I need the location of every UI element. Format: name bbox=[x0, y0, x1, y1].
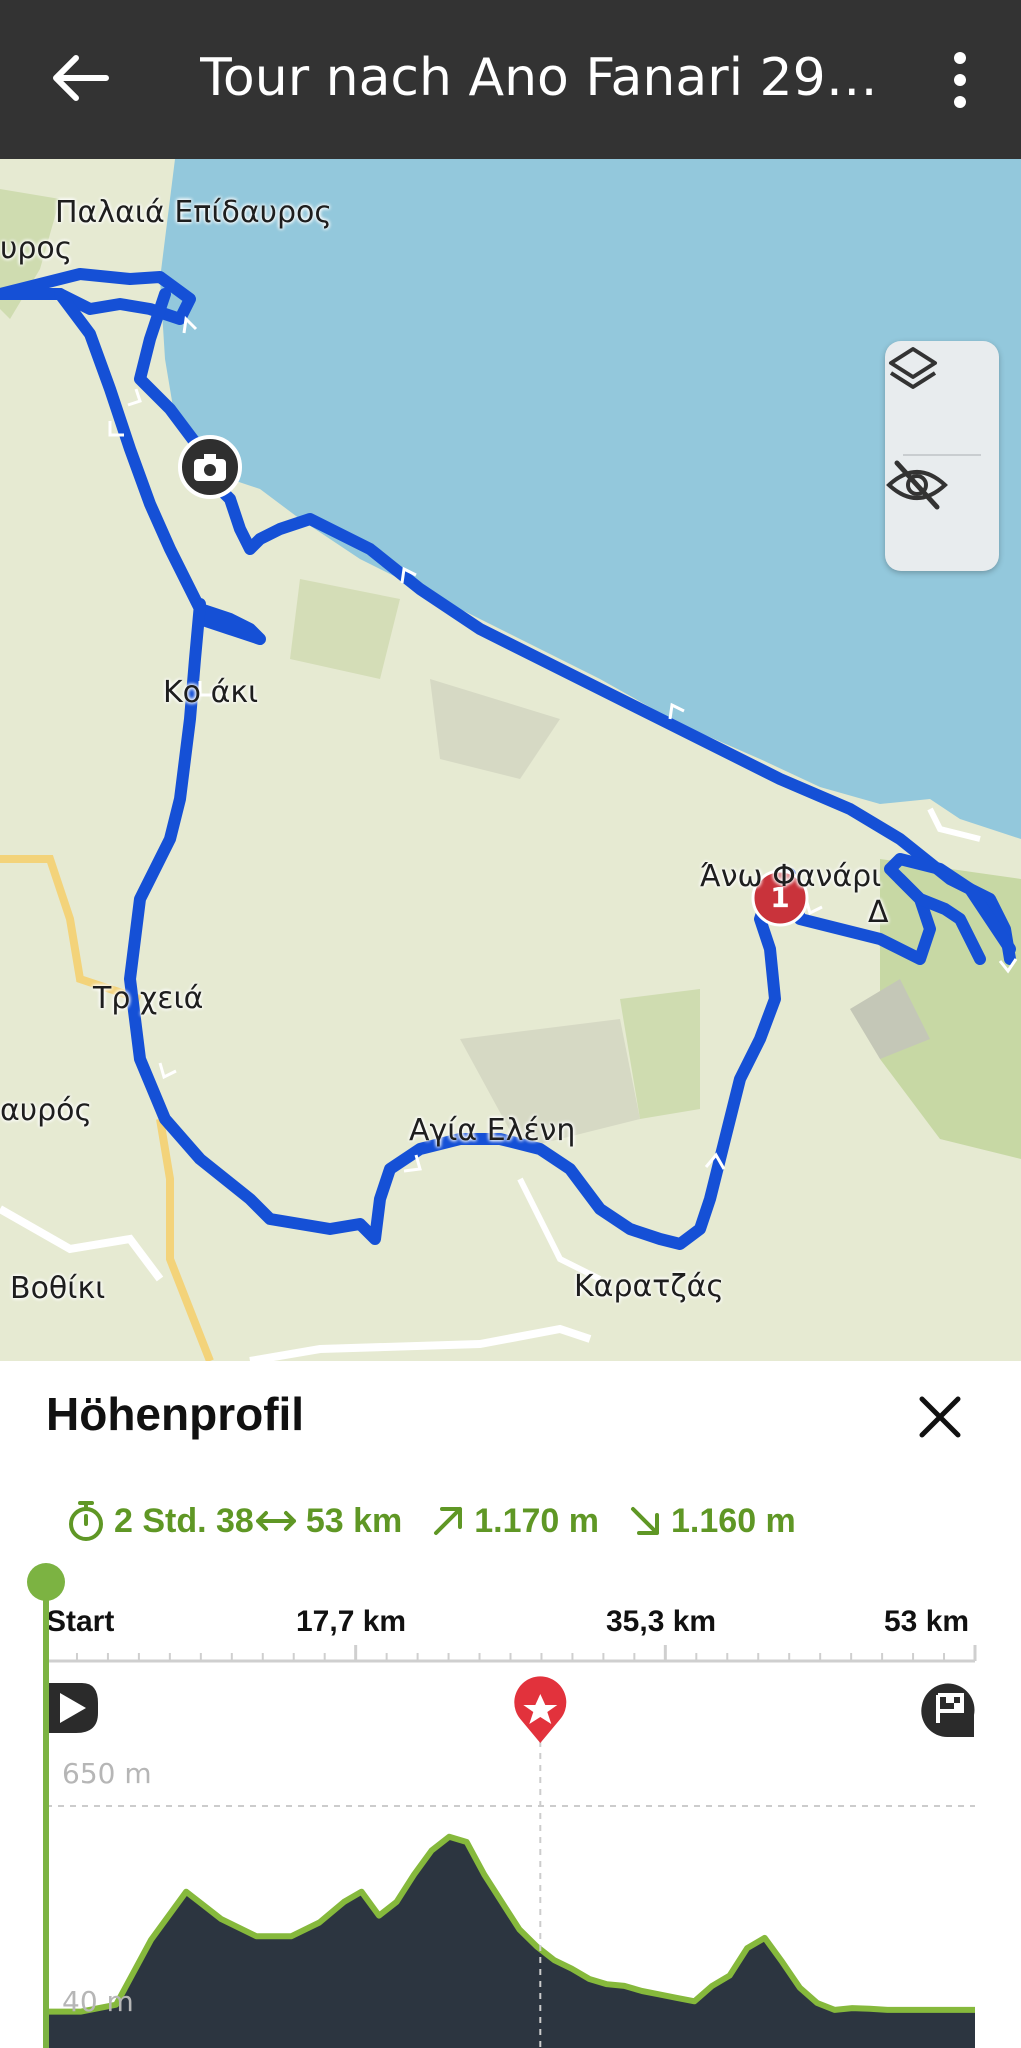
terrain-patch bbox=[430, 679, 560, 779]
finish-flag-icon bbox=[921, 1683, 975, 1738]
map-view[interactable]: Παλαιά Επίδαυρος υρος Κο άκι Τρ χειά αυρ… bbox=[0, 159, 1021, 1361]
place-label: αυρός bbox=[0, 1093, 93, 1128]
place-label: Καρατζάς bbox=[574, 1269, 725, 1304]
place-label: Παλαιά Επίδαυρος bbox=[55, 195, 332, 230]
min-elevation-label: 40 m bbox=[62, 1985, 134, 2018]
more-menu-button[interactable] bbox=[940, 40, 980, 120]
controls-divider bbox=[903, 454, 981, 456]
arrow-left-icon bbox=[53, 55, 109, 101]
place-label: Αγία Ελένη bbox=[409, 1113, 576, 1148]
place-label: Δ bbox=[868, 895, 889, 930]
place-label: υρος bbox=[0, 231, 73, 266]
page-title: Tour nach Ano Fanari 29.0… bbox=[200, 48, 880, 108]
waypoint-number[interactable]: 1 bbox=[766, 880, 794, 916]
road bbox=[249, 1324, 592, 1361]
hide-route-button[interactable] bbox=[885, 457, 999, 569]
place-label: Κο άκι bbox=[163, 675, 259, 710]
elevation-area bbox=[46, 1836, 975, 2048]
back-button[interactable] bbox=[40, 38, 120, 118]
map-layers-button[interactable] bbox=[885, 341, 999, 453]
eye-off-icon bbox=[886, 460, 948, 510]
position-cursor-knob bbox=[27, 1563, 65, 1601]
start-marker-icon bbox=[48, 1683, 98, 1733]
road bbox=[0, 855, 142, 1003]
map-controls bbox=[885, 341, 999, 571]
elevation-profile[interactable]: Start 17,7 km 35,3 km 53 km 650 m 40 m bbox=[0, 1361, 1021, 2048]
road bbox=[0, 1205, 164, 1282]
layers-icon bbox=[889, 347, 937, 389]
distance-ticks bbox=[44, 1645, 977, 1663]
place-label: Τρ χειά bbox=[93, 981, 204, 1016]
more-vertical-icon bbox=[954, 52, 966, 108]
map-canvas bbox=[0, 159, 1021, 1361]
highlight-star-icon bbox=[514, 1676, 567, 1743]
max-elevation-label: 650 m bbox=[62, 1757, 152, 1790]
terrain-patch bbox=[290, 579, 400, 679]
app-bar: Tour nach Ano Fanari 29.0… bbox=[0, 0, 1021, 159]
elevation-chart bbox=[27, 1563, 977, 2048]
place-label: Βοθίκι bbox=[10, 1271, 106, 1306]
